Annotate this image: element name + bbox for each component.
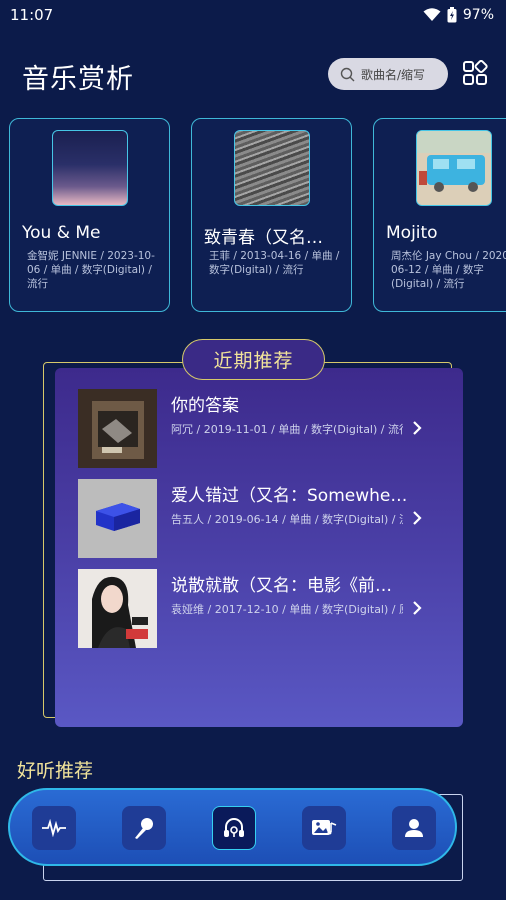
photo-music-icon (312, 820, 337, 835)
list-item[interactable]: 你的答案 阿冗 / 2019-11-01 / 单曲 / 数字(Digital) … (78, 389, 428, 469)
song-meta: 金智妮 JENNIE / 2023-10-06 / 单曲 / 数字(Digita… (27, 250, 155, 290)
song-title: 爱人错过（又名：Somewhe… (171, 486, 408, 506)
wifi-icon (423, 8, 441, 21)
battery-level: 97% (462, 7, 494, 23)
album-art (78, 479, 157, 558)
song-title: 致青春（又名… (204, 228, 323, 248)
headphones-icon (224, 818, 244, 837)
tab-photo-music[interactable] (302, 806, 346, 850)
album-cover (234, 130, 310, 206)
song-meta: 王菲 / 2013-04-16 / 单曲 / 数字(Digital) / 流行 (209, 250, 340, 276)
waveform-icon (42, 819, 66, 837)
search-icon (340, 67, 355, 81)
list-item[interactable]: 爱人错过（又名：Somewhe… 告五人 / 2019-06-14 / 单曲 /… (78, 479, 428, 559)
album-art (78, 569, 157, 648)
song-meta: 周杰伦 Jay Chou / 2020-06-12 / 单曲 / 数字(Digi… (391, 250, 506, 290)
album-cover (78, 479, 157, 558)
album-cover (52, 130, 128, 206)
bottom-tab-bar (8, 788, 457, 866)
microphone-icon (135, 818, 153, 839)
tab-waveform[interactable] (32, 806, 76, 850)
album-cover (78, 389, 157, 468)
good-section-title: 好听推荐 (17, 760, 94, 782)
header: 音乐赏析 歌曲名/缩写 (22, 56, 490, 96)
status-time: 11:07 (10, 6, 54, 24)
status-bar: 11:07 97% (0, 0, 506, 30)
tab-profile[interactable] (392, 806, 436, 850)
song-title: 你的答案 (171, 396, 239, 416)
page-title: 音乐赏析 (22, 63, 134, 95)
recent-section-tag: 近期推荐 (182, 339, 325, 380)
song-card[interactable]: You & Me 金智妮 JENNIE / 2023-10-06 / 单曲 / … (9, 118, 170, 312)
song-meta: 告五人 / 2019-06-14 / 单曲 / 数字(Digital) / 流行 (171, 513, 403, 526)
user-icon (405, 819, 423, 837)
tab-microphone[interactable] (122, 806, 166, 850)
album-art (78, 389, 157, 468)
song-card[interactable]: 致青春（又名… 王菲 / 2013-04-16 / 单曲 / 数字(Digita… (191, 118, 352, 312)
song-title: 说散就散（又名：电影《前… (171, 576, 392, 596)
chevron-right-icon[interactable] (411, 419, 423, 437)
chevron-right-icon[interactable] (411, 509, 423, 527)
song-meta: 袁娅维 / 2017-12-10 / 单曲 / 数字(Digital) / 原声 (171, 603, 403, 616)
search-input[interactable]: 歌曲名/缩写 (328, 58, 448, 90)
search-placeholder: 歌曲名/缩写 (361, 67, 426, 82)
tab-headphones[interactable] (212, 806, 256, 850)
list-item[interactable]: 说散就散（又名：电影《前… 袁娅维 / 2017-12-10 / 单曲 / 数字… (78, 569, 428, 649)
featured-cards: You & Me 金智妮 JENNIE / 2023-10-06 / 单曲 / … (9, 118, 506, 313)
status-icons: 97% (423, 7, 494, 23)
song-meta: 阿冗 / 2019-11-01 / 单曲 / 数字(Digital) / 流行 (171, 423, 403, 436)
chevron-right-icon[interactable] (411, 599, 423, 617)
song-title: You & Me (22, 223, 101, 243)
song-title: Mojito (386, 223, 438, 243)
grid-menu-icon[interactable] (462, 60, 488, 86)
album-cover (416, 130, 492, 206)
album-art (417, 131, 491, 205)
battery-icon (447, 7, 457, 23)
album-cover (78, 569, 157, 648)
song-card[interactable]: Mojito 周杰伦 Jay Chou / 2020-06-12 / 单曲 / … (373, 118, 506, 312)
